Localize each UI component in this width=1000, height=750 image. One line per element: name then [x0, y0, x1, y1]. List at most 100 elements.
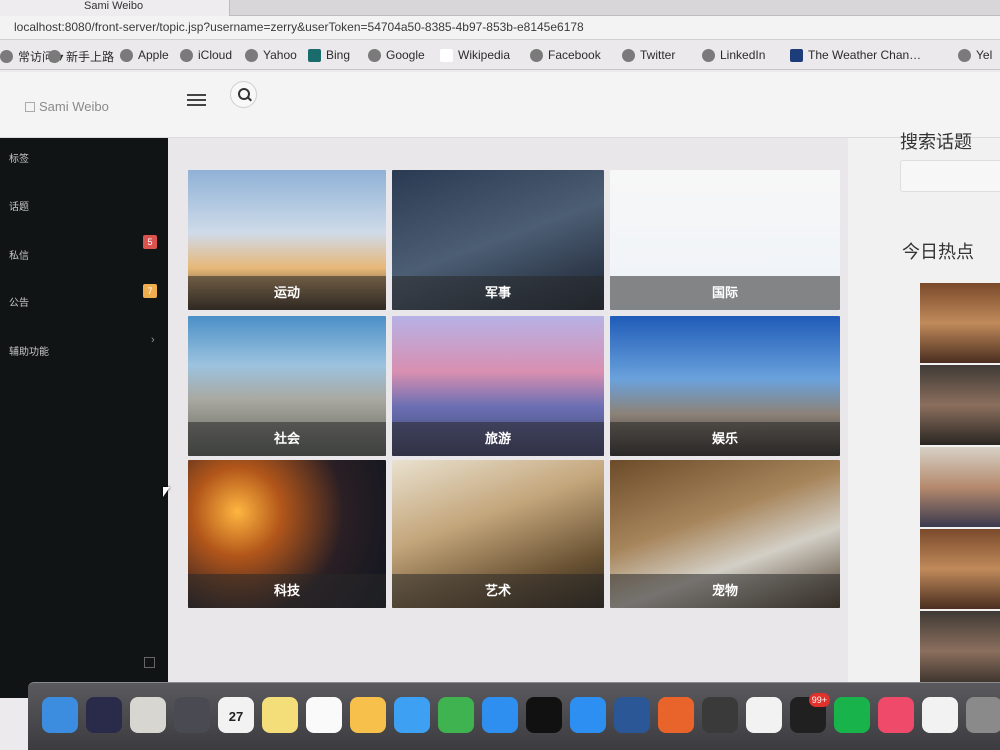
bookmark-label: iCloud	[198, 48, 233, 62]
topic-tile[interactable]: 宠物	[610, 460, 840, 608]
iqiyi-icon[interactable]	[834, 697, 870, 733]
dock: 27 99+	[28, 682, 1000, 750]
topic-label: 宠物	[610, 574, 840, 608]
topic-label: 社会	[188, 422, 386, 456]
bookmark-label: 新手上路	[66, 50, 115, 64]
photos-icon[interactable]	[350, 697, 386, 733]
siri-icon[interactable]	[86, 697, 122, 733]
bookmark-item[interactable]: Google	[368, 48, 425, 62]
bookmark-label: Yel	[976, 48, 993, 62]
hot-topic-thumbnail[interactable]	[920, 365, 1000, 445]
search-topics-title: 搜索话题	[900, 132, 972, 152]
java-icon[interactable]	[922, 697, 958, 733]
hot-topic-thumbnail[interactable]	[920, 611, 1000, 691]
globe-icon	[958, 48, 971, 62]
topic-tile[interactable]: 旅游	[392, 316, 604, 456]
topic-search-input[interactable]	[900, 160, 1000, 192]
topic-label: 旅游	[392, 422, 604, 456]
site-header: Sami Weibo	[0, 72, 1000, 138]
notes-icon[interactable]	[262, 697, 298, 733]
bookmark-label: Bing	[326, 48, 351, 62]
bookmark-item[interactable]: Apple	[120, 48, 169, 62]
topic-label: 艺术	[392, 574, 604, 608]
wikipedia-icon	[440, 48, 453, 62]
twc-icon	[790, 48, 803, 62]
topic-label: 国际	[610, 276, 840, 310]
right-panel: 搜索话题 今日热点	[848, 132, 1000, 698]
terminal-icon[interactable]	[526, 697, 562, 733]
hot-today-title: 今日热点	[902, 242, 974, 262]
bookmark-item[interactable]: LinkedIn	[702, 48, 765, 62]
globe-icon	[120, 48, 133, 62]
bookmark-label: Apple	[138, 48, 169, 62]
topic-tile[interactable]: 艺术	[392, 460, 604, 608]
sidebar-item-messages[interactable]: 私信	[9, 247, 29, 262]
hamburger-icon[interactable]	[187, 91, 206, 107]
sidebar-item-accessibility[interactable]: 辅助功能	[9, 343, 49, 358]
bookmark-label: Yahoo	[263, 48, 297, 62]
topic-tile[interactable]: 科技	[188, 460, 386, 608]
firefox-icon[interactable]	[658, 697, 694, 733]
bookmark-item[interactable]: iCloud	[180, 48, 232, 62]
browser-tab[interactable]: Sami Weibo	[0, 0, 230, 16]
brand[interactable]: Sami Weibo	[25, 99, 109, 114]
word-icon[interactable]	[614, 697, 650, 733]
hot-topic-thumbnail[interactable]	[920, 529, 1000, 609]
bookmarks-bar: 常访问 ▾ 新手上路 Apple iCloud Yahoo Bing Google Wikip…	[0, 40, 1000, 70]
url-text[interactable]: localhost:8080/front-server/topic.jsp?us…	[14, 20, 584, 34]
qq-icon[interactable]: 99+	[790, 693, 830, 733]
sidebar: 标签 话题 私信 5 公告 7 辅助功能 ›	[0, 138, 168, 698]
misc-icon[interactable]	[966, 697, 1000, 733]
facetime-icon[interactable]	[438, 697, 474, 733]
bookmark-label: Facebook	[548, 48, 601, 62]
address-bar[interactable]: localhost:8080/front-server/topic.jsp?us…	[0, 16, 1000, 40]
messages-badge: 5	[143, 235, 157, 249]
topic-tile[interactable]: 国际	[610, 170, 840, 310]
sidebar-item-topics[interactable]: 话题	[9, 198, 29, 213]
stacks-icon[interactable]	[702, 697, 738, 733]
globe-icon	[368, 48, 381, 62]
calendar-day: 27	[228, 709, 244, 724]
hot-topic-thumbnail[interactable]	[920, 447, 1000, 527]
hot-topic-thumbnail[interactable]	[920, 283, 1000, 363]
topic-tile[interactable]: 运动	[188, 170, 386, 310]
search-icon[interactable]	[230, 81, 257, 108]
bookmark-item[interactable]: The Weather Chan…	[790, 48, 921, 62]
app-store-icon[interactable]	[482, 697, 518, 733]
finder-icon[interactable]	[42, 697, 78, 733]
bookmark-item[interactable]: Yahoo	[245, 48, 297, 62]
topic-label: 军事	[392, 276, 604, 310]
script-editor-icon[interactable]	[130, 697, 166, 733]
bing-icon	[308, 48, 321, 62]
bookmark-label: The Weather Chan…	[808, 48, 922, 62]
topic-tile[interactable]: 娱乐	[610, 316, 840, 456]
topic-label: 娱乐	[610, 422, 840, 456]
topic-label: 科技	[188, 574, 386, 608]
bookmark-label: Wikipedia	[458, 48, 511, 62]
messages-icon[interactable]	[394, 697, 430, 733]
gear-icon	[0, 50, 13, 63]
sidebar-item-notices[interactable]: 公告	[9, 294, 29, 309]
bookmark-item[interactable]: Facebook	[530, 48, 601, 62]
calendar-icon[interactable]: 27	[218, 697, 254, 733]
bookmark-item[interactable]: 新手上路	[48, 48, 114, 65]
brand-logo-icon	[25, 101, 35, 112]
sidebar-item-tags[interactable]: 标签	[9, 150, 29, 165]
bookmark-label: Google	[386, 48, 425, 62]
reminders-icon[interactable]	[306, 697, 342, 733]
bookmark-item[interactable]: Bing	[308, 48, 350, 62]
music-icon[interactable]	[878, 697, 914, 733]
globe-icon	[48, 50, 61, 63]
topic-tile[interactable]: 军事	[392, 170, 604, 310]
bookmark-item[interactable]: Yel	[958, 48, 992, 62]
logout-icon[interactable]	[144, 657, 155, 668]
bookmark-item[interactable]: Twitter	[622, 48, 675, 62]
topic-tile[interactable]: 社会	[188, 316, 386, 456]
bookmark-item[interactable]: Wikipedia	[440, 48, 510, 62]
github-icon[interactable]	[746, 697, 782, 733]
globe-icon	[702, 48, 715, 62]
chevron-right-icon[interactable]: ›	[151, 334, 155, 346]
safari-icon[interactable]	[570, 697, 606, 733]
apple-icon	[180, 48, 193, 62]
launchpad-icon[interactable]	[174, 697, 210, 733]
